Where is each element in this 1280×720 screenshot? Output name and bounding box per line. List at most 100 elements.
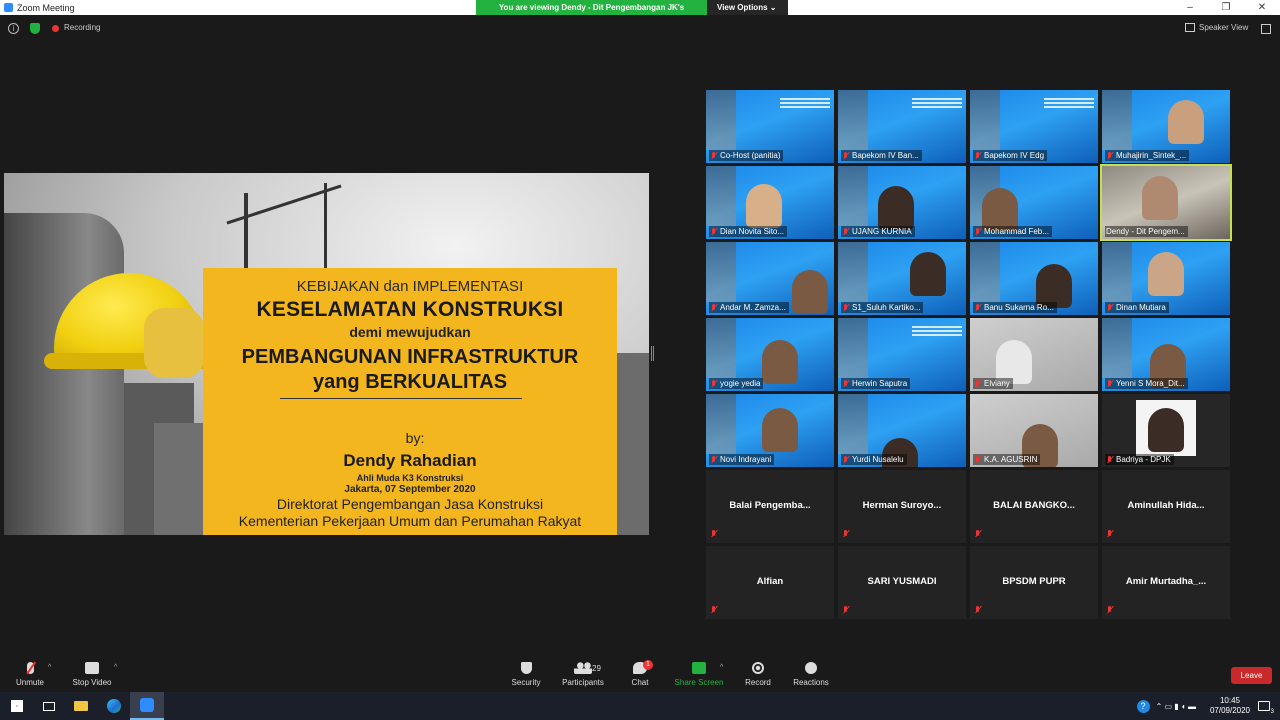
participant-tile[interactable]: Badriya - DPJK bbox=[1102, 394, 1230, 467]
participant-tile[interactable]: Andar M. Zamza... bbox=[706, 242, 834, 315]
participant-tile[interactable]: Balai Pengemba... bbox=[706, 470, 834, 543]
participant-tile[interactable]: K.A. AGUSRIN bbox=[970, 394, 1098, 467]
tray-icons[interactable]: ⌃ ▭ ▮ ◖ ▬ bbox=[1156, 702, 1196, 711]
participant-name: Yenni S Mora_Dit... bbox=[1116, 379, 1185, 388]
audio-options-caret-icon[interactable]: ^ bbox=[48, 664, 51, 671]
active-speaker-tile[interactable]: Dendy - Dit Pengem... bbox=[1100, 164, 1232, 241]
participants-icon bbox=[574, 662, 592, 674]
participant-name: S1_Suluh Kartiko... bbox=[852, 303, 921, 312]
glove-image bbox=[144, 308, 204, 378]
microphone-muted-icon bbox=[26, 662, 34, 674]
participant-tile[interactable]: Co-Host (panitia) bbox=[706, 90, 834, 163]
mic-muted-icon bbox=[842, 227, 849, 236]
participant-name: Banu Sukarna Ro... bbox=[984, 303, 1054, 312]
participant-tile[interactable]: BALAI BANGKO... bbox=[970, 470, 1098, 543]
file-explorer-button[interactable] bbox=[64, 692, 98, 720]
security-button[interactable]: Security bbox=[508, 650, 544, 687]
participant-tile[interactable]: Alfian bbox=[706, 546, 834, 619]
slide-line-1: KEBIJAKAN dan IMPLEMENTASI bbox=[296, 278, 524, 295]
participant-name-tag: Dian Novita Sito... bbox=[709, 226, 788, 237]
participant-tile[interactable]: S1_Suluh Kartiko... bbox=[838, 242, 966, 315]
video-options-caret-icon[interactable]: ^ bbox=[114, 664, 117, 671]
restore-button[interactable]: ❐ bbox=[1208, 0, 1244, 15]
participant-name: Dinan Mutiara bbox=[1116, 303, 1166, 312]
task-view-button[interactable] bbox=[32, 692, 66, 720]
training-banner bbox=[902, 324, 962, 342]
participant-tile[interactable]: Bapekom IV Edg bbox=[970, 90, 1098, 163]
participant-name-tag: Dinan Mutiara bbox=[1105, 302, 1169, 313]
participant-tile[interactable]: Herman Suroyo... bbox=[838, 470, 966, 543]
windows-taskbar: ? ⌃ ▭ ▮ ◖ ▬ 10:45 07/09/2020 3 bbox=[0, 692, 1280, 720]
participant-name: Badriya - DPJK bbox=[1116, 455, 1171, 464]
participant-name: Aminullah Hida... bbox=[1127, 500, 1205, 511]
encryption-shield-icon[interactable] bbox=[30, 23, 40, 34]
slide-divider bbox=[280, 398, 522, 399]
participant-name-tag: Elviany bbox=[973, 378, 1013, 389]
mic-muted-icon bbox=[710, 303, 717, 312]
participant-tile[interactable]: Yurdi Nusalelu bbox=[838, 394, 966, 467]
participant-tile[interactable]: Dinan Mutiara bbox=[1102, 242, 1230, 315]
mic-muted-icon bbox=[1106, 379, 1113, 388]
mic-muted-icon bbox=[974, 379, 981, 388]
participant-name-tag: Yurdi Nusalelu bbox=[841, 454, 907, 465]
share-options-caret-icon[interactable]: ^ bbox=[720, 664, 723, 671]
participant-name-tag: Herwin Saputra bbox=[841, 378, 911, 389]
unmute-button[interactable]: Unmute bbox=[12, 650, 48, 687]
shared-screen-slide: KEBIJAKAN dan IMPLEMENTASI KESELAMATAN K… bbox=[4, 173, 649, 535]
training-banner bbox=[770, 96, 830, 114]
share-screen-button[interactable]: Share Screen bbox=[674, 650, 724, 687]
zoom-taskbar-button[interactable] bbox=[130, 692, 164, 720]
start-button[interactable] bbox=[0, 692, 34, 720]
participant-name: Balai Pengemba... bbox=[729, 500, 811, 511]
participant-tile[interactable]: Banu Sukarna Ro... bbox=[970, 242, 1098, 315]
mic-muted-icon bbox=[842, 303, 849, 312]
participant-tile[interactable]: Yenni S Mora_Dit... bbox=[1102, 318, 1230, 391]
chat-label: Chat bbox=[631, 678, 649, 687]
record-button[interactable]: Record bbox=[742, 650, 774, 687]
leave-button[interactable]: Leave bbox=[1231, 667, 1272, 684]
record-icon bbox=[752, 662, 764, 674]
participant-name-tag: Novi Indrayani bbox=[709, 454, 775, 465]
reactions-button[interactable]: Reactions bbox=[792, 650, 830, 687]
minimize-button[interactable]: – bbox=[1172, 0, 1208, 15]
view-options-button[interactable]: View Options ⌄ bbox=[707, 0, 788, 15]
participant-tile[interactable]: Aminullah Hida... bbox=[1102, 470, 1230, 543]
slide-date: Jakarta, 07 September 2020 bbox=[344, 484, 476, 495]
edge-button[interactable] bbox=[97, 692, 131, 720]
participant-name-tag: Bapekom IV Ban... bbox=[841, 150, 922, 161]
stop-video-button[interactable]: Stop Video bbox=[70, 650, 114, 687]
viewing-screen-label: You are viewing Dendy - Dit Pengembangan… bbox=[476, 0, 707, 27]
zoom-app-icon bbox=[4, 3, 13, 12]
grid-icon bbox=[1185, 23, 1195, 32]
mic-muted-icon bbox=[842, 455, 849, 464]
participant-tile[interactable]: Elviany bbox=[970, 318, 1098, 391]
split-resize-handle[interactable] bbox=[651, 346, 654, 361]
mic-muted-icon bbox=[974, 455, 981, 464]
reactions-label: Reactions bbox=[793, 678, 829, 687]
participant-tile[interactable]: yogie yedia bbox=[706, 318, 834, 391]
speaker-view-button[interactable]: Speaker View bbox=[1185, 23, 1248, 32]
camera-icon bbox=[85, 662, 99, 674]
info-icon[interactable]: i bbox=[8, 23, 19, 34]
mic-muted-icon bbox=[974, 151, 981, 160]
participant-tile[interactable]: Bapekom IV Ban... bbox=[838, 90, 966, 163]
participant-name: SARI YUSMADI bbox=[867, 576, 937, 587]
participant-tile[interactable]: UJANG KURNIA bbox=[838, 166, 966, 239]
participant-tile[interactable]: BPSDM PUPR bbox=[970, 546, 1098, 619]
clock[interactable]: 10:45 07/09/2020 bbox=[1210, 696, 1250, 716]
mic-muted-icon bbox=[1106, 455, 1113, 464]
participant-tile[interactable]: Muhajirin_Sintek_... bbox=[1102, 90, 1230, 163]
mic-muted-icon bbox=[710, 455, 717, 464]
participant-tile[interactable]: SARI YUSMADI bbox=[838, 546, 966, 619]
close-button[interactable]: ✕ bbox=[1244, 0, 1280, 15]
help-icon[interactable]: ? bbox=[1136, 699, 1150, 713]
participant-tile[interactable]: Herwin Saputra bbox=[838, 318, 966, 391]
mic-muted-icon bbox=[974, 227, 981, 236]
participant-tile[interactable]: Dian Novita Sito... bbox=[706, 166, 834, 239]
participant-tile[interactable]: Amir Murtadha_... bbox=[1102, 546, 1230, 619]
participant-name: Amir Murtadha_... bbox=[1125, 576, 1207, 587]
fullscreen-icon[interactable] bbox=[1261, 24, 1271, 34]
notifications-icon[interactable]: 3 bbox=[1258, 701, 1274, 715]
participant-tile[interactable]: Novi Indrayani bbox=[706, 394, 834, 467]
participant-tile[interactable]: Mohammad Feb... bbox=[970, 166, 1098, 239]
